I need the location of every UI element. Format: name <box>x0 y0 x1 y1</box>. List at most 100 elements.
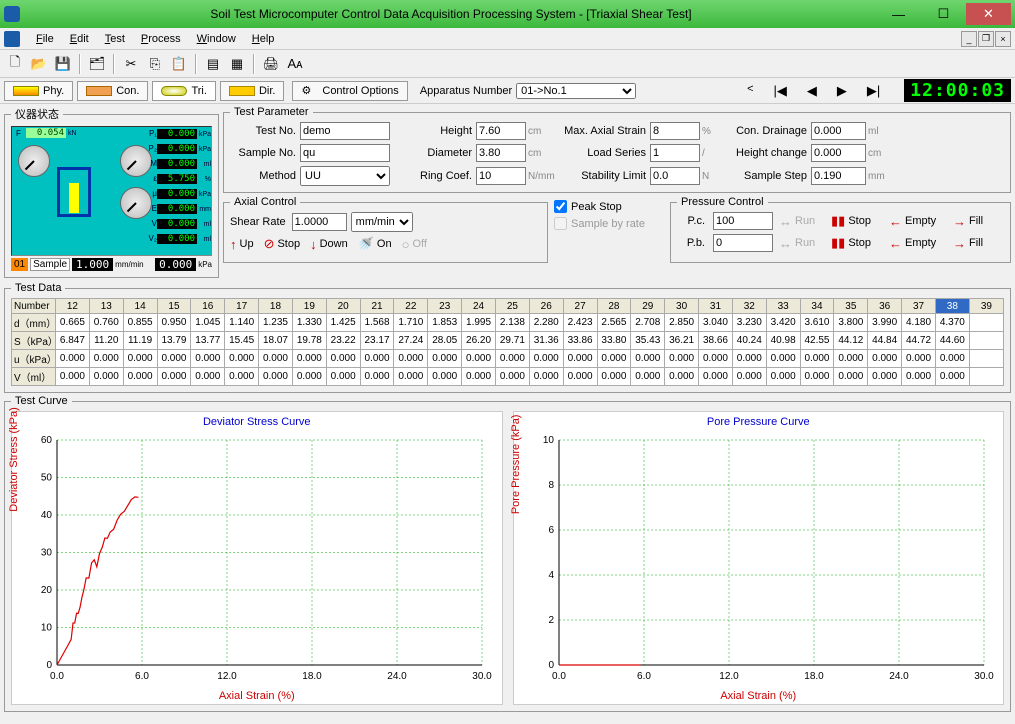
p3-display: 0.000 <box>155 258 196 271</box>
pb-run-button[interactable]: ↔Run <box>779 236 825 251</box>
pc-stop-button[interactable]: ▮▮Stop <box>831 213 883 229</box>
prev-button[interactable]: ◀ <box>807 83 817 99</box>
gauge-3 <box>120 187 152 219</box>
open-icon[interactable]: 📂 <box>28 53 50 75</box>
gauge-1 <box>18 145 50 177</box>
stop-axial-button[interactable]: ⊘Stop <box>264 236 301 252</box>
instrument-display: F 0.054 kN P₁0.000kPaP₂0.000kPaM0.000mlε… <box>11 126 212 256</box>
mdi-minimize-button[interactable]: _ <box>961 31 977 47</box>
readout-3: 5.750 <box>157 174 197 184</box>
maximize-button[interactable]: ☐ <box>921 3 966 25</box>
svg-text:6.0: 6.0 <box>135 671 149 682</box>
pc-input[interactable] <box>713 212 773 230</box>
apparatus-number-select[interactable]: 01->No.1 <box>516 83 636 99</box>
cut-icon[interactable]: ✂ <box>120 53 142 75</box>
menu-file[interactable]: File <box>28 31 62 47</box>
readout-7: 0.000 <box>157 234 197 244</box>
control-options-button[interactable]: ⚙ Control Options <box>292 81 407 101</box>
first-button[interactable]: |◀ <box>774 83 787 99</box>
svg-text:4: 4 <box>548 570 554 581</box>
svg-text:6: 6 <box>548 525 554 536</box>
svg-text:24.0: 24.0 <box>387 671 407 682</box>
pressure-control-group: Pressure Control P.c. ↔Run ▮▮Stop ←Empty… <box>670 196 1011 263</box>
pb-empty-button[interactable]: ←Empty <box>889 236 947 251</box>
diameter-input[interactable] <box>476 144 526 162</box>
readout-2: 0.000 <box>157 159 197 169</box>
save-icon[interactable]: 💾 <box>52 53 74 75</box>
pb-input[interactable] <box>713 234 773 252</box>
ring-coef-input[interactable] <box>476 167 526 185</box>
sample-label: Sample <box>30 258 70 271</box>
sample-number-badge: 01 <box>11 258 28 271</box>
rate-display: 1.000 <box>72 258 113 271</box>
tab-con[interactable]: Con. <box>77 81 148 101</box>
clock-display: 12:00:03 <box>904 79 1011 102</box>
sample-step-input[interactable] <box>811 167 866 185</box>
menu-window[interactable]: Window <box>189 31 244 47</box>
shear-rate-unit-select[interactable]: mm/min <box>351 212 413 232</box>
shear-rate-input[interactable] <box>292 213 347 231</box>
peak-options: Peak Stop Sample by rate <box>554 196 664 263</box>
svg-text:12.0: 12.0 <box>719 671 739 682</box>
gear-icon: ⚙ <box>301 84 311 97</box>
menu-help[interactable]: Help <box>244 31 283 47</box>
menu-edit[interactable]: Edit <box>62 31 97 47</box>
force-readout: 0.054 <box>26 128 66 138</box>
pc-fill-button[interactable]: →Fill <box>953 214 999 229</box>
pc-empty-button[interactable]: ←Empty <box>889 214 947 229</box>
sample-no-input[interactable] <box>300 144 390 162</box>
svg-text:18.0: 18.0 <box>302 671 322 682</box>
pb-stop-button[interactable]: ▮▮Stop <box>831 235 883 251</box>
properties-icon[interactable]: 🗂 <box>86 53 108 75</box>
pore-pressure-chart: Pore Pressure Curve Pore Pressure (kPa) … <box>513 411 1005 705</box>
tab-dir[interactable]: Dir. <box>220 81 285 101</box>
mdi-close-button[interactable]: × <box>995 31 1011 47</box>
max-strain-input[interactable] <box>650 122 700 140</box>
last-button[interactable]: ▶| <box>867 83 880 99</box>
svg-text:30.0: 30.0 <box>472 671 492 682</box>
method-select[interactable]: UU <box>300 166 390 186</box>
menu-test[interactable]: Test <box>97 31 133 47</box>
new-icon[interactable]: 🗋 <box>4 53 26 75</box>
stability-limit-input[interactable] <box>650 167 700 185</box>
apparatus-number-label: Apparatus Number <box>420 85 512 97</box>
tile-icon[interactable]: ▦ <box>226 53 248 75</box>
menu-process[interactable]: Process <box>133 31 189 47</box>
height-input[interactable] <box>476 122 526 140</box>
up-button[interactable]: ↑Up <box>230 237 254 252</box>
test-curve-group: Test Curve Deviator Stress Curve Deviato… <box>4 395 1011 712</box>
font-icon[interactable]: Aᴀ <box>284 53 306 75</box>
svg-text:50: 50 <box>41 473 53 484</box>
svg-text:12.0: 12.0 <box>217 671 237 682</box>
paste-icon[interactable]: 📋 <box>168 53 190 75</box>
svg-text:6.0: 6.0 <box>637 671 651 682</box>
menu-bar: File Edit Test Process Window Help _ ❐ × <box>0 28 1015 50</box>
pb-fill-button[interactable]: →Fill <box>953 236 999 251</box>
down-button[interactable]: ↓Down <box>310 237 348 252</box>
drainage-input[interactable] <box>811 122 866 140</box>
tab-tri[interactable]: Tri. <box>152 81 215 101</box>
close-button[interactable]: ✕ <box>966 3 1011 25</box>
test-parameter-group: Test Parameter Test No. Height cm Max. A… <box>223 106 1011 193</box>
test-data-table[interactable]: Number1213141516171819202122232425262728… <box>11 298 1004 386</box>
next-button[interactable]: ▶ <box>837 83 847 99</box>
height-change-input[interactable] <box>811 144 866 162</box>
instrument-status-label: 仪器状态 <box>11 106 63 122</box>
print-icon[interactable]: 🖨 <box>260 53 282 75</box>
mdi-restore-button[interactable]: ❐ <box>978 31 994 47</box>
on-button[interactable]: 🚿On <box>358 236 392 252</box>
off-button[interactable]: ○Off <box>402 237 427 252</box>
test-no-input[interactable] <box>300 122 390 140</box>
cascade-icon[interactable]: ▤ <box>202 53 224 75</box>
peak-stop-checkbox[interactable]: Peak Stop <box>554 200 664 213</box>
deviator-stress-chart: Deviator Stress Curve Deviator Stress (k… <box>11 411 503 705</box>
copy-icon[interactable]: ⎘ <box>144 53 166 75</box>
tab-phy[interactable]: Phy. <box>4 81 73 101</box>
pc-run-button[interactable]: ↔Run <box>779 214 825 229</box>
load-series-input[interactable] <box>650 144 700 162</box>
readout-4: 0.000 <box>157 189 197 199</box>
readout-5: 0.000 <box>157 204 197 214</box>
sample-by-rate-checkbox[interactable]: Sample by rate <box>554 217 664 230</box>
svg-text:30: 30 <box>41 548 53 559</box>
minimize-button[interactable]: — <box>876 3 921 25</box>
